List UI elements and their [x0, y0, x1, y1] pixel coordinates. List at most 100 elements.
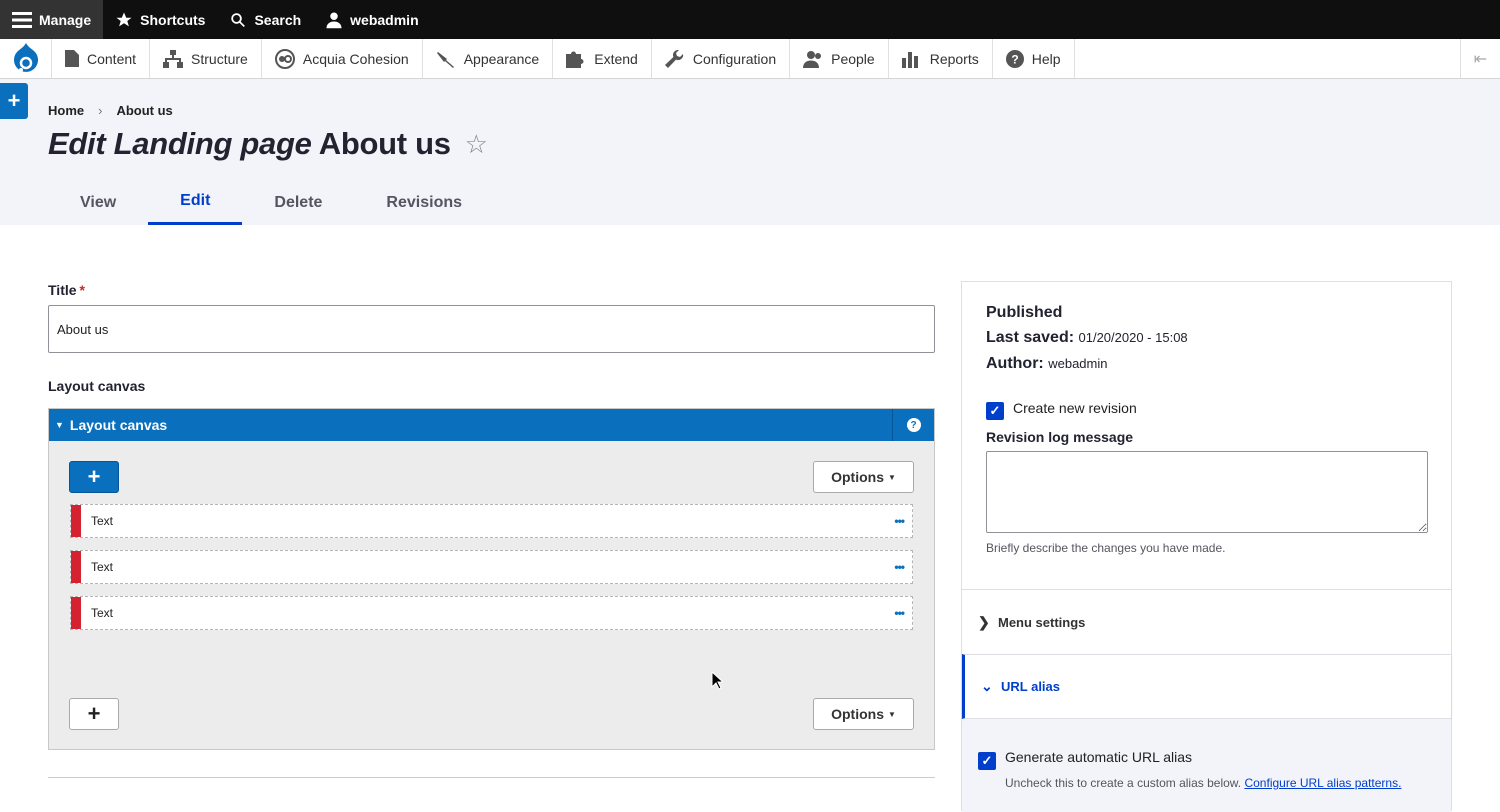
layout-canvas-header[interactable]: ▼ Layout canvas — [49, 409, 934, 441]
component-row[interactable]: Text ••• — [70, 596, 913, 630]
shortcuts-label: Shortcuts — [140, 11, 206, 28]
admin-menu-label: Help — [1031, 50, 1061, 67]
layout-canvas: ▼ Layout canvas ? + Options ▼ Text ••• Te… — [48, 408, 935, 750]
admin-menu-bar: Content Structure Acquia Cohesion Appear… — [0, 39, 1500, 79]
menu-settings-accordion[interactable]: ❯ Menu settings — [962, 589, 1451, 654]
canvas-help-button[interactable]: ? — [892, 409, 934, 441]
tab-delete[interactable]: Delete — [242, 180, 354, 225]
shortcuts-toolbar-button[interactable]: Shortcuts — [103, 0, 217, 39]
tab-revisions[interactable]: Revisions — [354, 180, 494, 225]
create-revision-checkbox[interactable]: ✓ — [986, 402, 1004, 420]
star-shortcut-icon[interactable]: ☆ — [465, 129, 488, 160]
admin-menu-label: Configuration — [692, 50, 777, 67]
last-saved-label: Last saved: — [986, 329, 1075, 346]
options-button-bottom[interactable]: Options ▼ — [813, 698, 914, 730]
required-mark: * — [79, 282, 85, 298]
document-icon — [65, 50, 79, 67]
layout-canvas-label: Layout canvas — [48, 378, 146, 394]
caret-down-icon: ▼ — [887, 709, 896, 719]
auto-alias-checkbox[interactable]: ✓ — [978, 752, 996, 770]
page-title: Edit Landing page About us ☆ — [48, 126, 488, 162]
hamburger-icon — [12, 11, 32, 28]
add-plus-icon[interactable]: + — [0, 83, 28, 119]
title-field-label: Title * — [48, 282, 85, 298]
more-options-icon[interactable]: ••• — [894, 606, 905, 620]
cohesion-icon — [274, 48, 295, 69]
wrench-icon — [664, 49, 683, 68]
title-label-text: Title — [48, 282, 77, 298]
options-label: Options — [831, 706, 884, 722]
component-drag-handle[interactable] — [71, 551, 81, 583]
user-icon — [326, 12, 342, 28]
manage-label: Manage — [39, 11, 92, 28]
search-toolbar-button[interactable]: Search — [217, 0, 313, 39]
admin-menu-label: Content — [87, 50, 137, 67]
auto-alias-hint: Uncheck this to create a custom alias be… — [1005, 776, 1425, 790]
help-icon: ? — [906, 418, 921, 432]
manage-toolbar-button[interactable]: Manage — [0, 0, 104, 39]
revision-log-textarea[interactable] — [986, 451, 1428, 533]
breadcrumb: Home › About us — [48, 103, 173, 118]
component-row[interactable]: Text ••• — [70, 504, 913, 538]
paint-icon — [436, 51, 454, 68]
admin-menu-label: People — [831, 50, 875, 67]
breadcrumb-separator: › — [98, 103, 103, 118]
admin-menu-help[interactable]: ? Help — [993, 39, 1075, 78]
layout-canvas-header-label: Layout canvas — [69, 417, 168, 433]
url-alias-panel: ✓ Generate automatic URL alias Uncheck t… — [962, 719, 1451, 812]
component-drag-handle[interactable] — [71, 505, 81, 537]
user-label: webadmin — [350, 11, 419, 28]
meta-sidebar: Published Last saved: 01/20/2020 - 15:08… — [961, 281, 1452, 812]
drupal-logo-icon[interactable] — [0, 39, 52, 78]
component-row[interactable]: Text ••• — [70, 550, 913, 584]
admin-menu-appearance[interactable]: Appearance — [423, 39, 554, 78]
more-options-icon[interactable]: ••• — [894, 560, 905, 574]
author-label: Author: — [986, 355, 1044, 372]
page-title-prefix: Edit Landing page — [48, 126, 312, 161]
component-drag-handle[interactable] — [71, 597, 81, 629]
page-title-name: About us — [318, 126, 451, 161]
bar-chart-icon — [901, 51, 918, 68]
component-label: Text — [91, 606, 114, 620]
add-component-button-bottom[interactable]: + — [69, 698, 119, 730]
chevron-right-icon: ❯ — [978, 613, 990, 630]
breadcrumb-home-link[interactable]: Home — [48, 103, 84, 118]
tab-edit[interactable]: Edit — [148, 180, 243, 225]
publish-status: Published — [986, 304, 1063, 321]
people-icon — [803, 50, 822, 68]
author-value: webadmin — [1048, 356, 1108, 371]
admin-menu-configuration[interactable]: Configuration — [652, 39, 791, 78]
help-icon: ? — [1005, 49, 1024, 68]
search-icon — [231, 12, 246, 27]
user-toolbar-button[interactable]: webadmin — [313, 0, 430, 39]
admin-menu-structure[interactable]: Structure — [150, 39, 262, 78]
mouse-cursor-icon — [711, 671, 723, 690]
title-input[interactable] — [48, 305, 935, 353]
url-alias-accordion[interactable]: ⌄ URL alias — [962, 654, 1451, 719]
triangle-down-icon: ▼ — [55, 420, 64, 430]
top-toolbar: Manage Shortcuts Search webadmin — [0, 0, 1500, 39]
options-button-top[interactable]: Options ▼ — [813, 461, 914, 493]
admin-menu-acquia-cohesion[interactable]: Acquia Cohesion — [262, 39, 423, 78]
auto-alias-label: Generate automatic URL alias — [1005, 749, 1193, 765]
puzzle-icon — [566, 51, 584, 68]
tab-view[interactable]: View — [48, 180, 148, 225]
primary-tabs: View Edit Delete Revisions — [48, 180, 494, 225]
admin-menu-content[interactable]: Content — [52, 39, 151, 78]
add-component-button-top[interactable]: + — [69, 461, 119, 493]
search-label: Search — [254, 11, 302, 28]
admin-menu-reports[interactable]: Reports — [889, 39, 993, 78]
menu-settings-label: Menu settings — [998, 614, 1086, 630]
admin-menu-label: Structure — [191, 50, 248, 67]
component-label: Text — [91, 560, 114, 574]
configure-url-alias-link[interactable]: Configure URL alias patterns. — [1244, 776, 1401, 790]
more-options-icon[interactable]: ••• — [894, 514, 905, 528]
admin-menu-spacer — [1075, 39, 1460, 78]
revision-log-hint: Briefly describe the changes you have ma… — [986, 541, 1226, 555]
admin-menu-people[interactable]: People — [790, 39, 889, 78]
chevron-down-icon: ⌄ — [981, 678, 993, 694]
svg-text:?: ? — [1011, 52, 1018, 66]
collapse-toolbar-icon[interactable]: ⇤ — [1460, 39, 1500, 78]
admin-menu-label: Extend — [594, 50, 638, 67]
admin-menu-extend[interactable]: Extend — [553, 39, 652, 78]
